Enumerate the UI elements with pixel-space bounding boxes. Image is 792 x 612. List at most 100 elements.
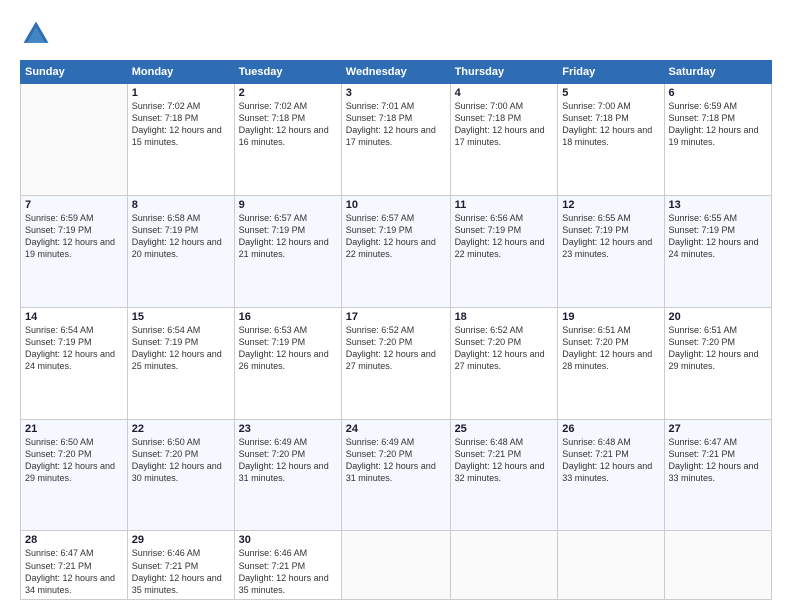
- calendar-cell: 25Sunrise: 6:48 AMSunset: 7:21 PMDayligh…: [450, 419, 558, 531]
- calendar-cell: 17Sunrise: 6:52 AMSunset: 7:20 PMDayligh…: [341, 307, 450, 419]
- day-number: 28: [25, 534, 123, 546]
- day-info: Sunrise: 6:55 AMSunset: 7:19 PMDaylight:…: [669, 212, 767, 261]
- day-info: Sunrise: 6:59 AMSunset: 7:18 PMDaylight:…: [669, 100, 767, 149]
- logo-icon: [20, 18, 52, 50]
- day-number: 17: [346, 311, 446, 323]
- calendar-cell: [558, 531, 664, 600]
- day-info: Sunrise: 6:46 AMSunset: 7:21 PMDaylight:…: [132, 547, 230, 596]
- calendar-cell: 27Sunrise: 6:47 AMSunset: 7:21 PMDayligh…: [664, 419, 771, 531]
- calendar-cell: 16Sunrise: 6:53 AMSunset: 7:19 PMDayligh…: [234, 307, 341, 419]
- day-info: Sunrise: 6:56 AMSunset: 7:19 PMDaylight:…: [455, 212, 554, 261]
- logo: [20, 18, 56, 50]
- day-number: 21: [25, 423, 123, 435]
- day-info: Sunrise: 6:57 AMSunset: 7:19 PMDaylight:…: [346, 212, 446, 261]
- calendar-cell: 9Sunrise: 6:57 AMSunset: 7:19 PMDaylight…: [234, 195, 341, 307]
- calendar-cell: 5Sunrise: 7:00 AMSunset: 7:18 PMDaylight…: [558, 84, 664, 196]
- day-number: 29: [132, 534, 230, 546]
- calendar-cell: [21, 84, 128, 196]
- day-info: Sunrise: 6:49 AMSunset: 7:20 PMDaylight:…: [239, 436, 337, 485]
- calendar-cell: 20Sunrise: 6:51 AMSunset: 7:20 PMDayligh…: [664, 307, 771, 419]
- calendar-week-1: 1Sunrise: 7:02 AMSunset: 7:18 PMDaylight…: [21, 84, 772, 196]
- calendar-header-thursday: Thursday: [450, 61, 558, 84]
- day-number: 13: [669, 199, 767, 211]
- calendar-header-row: SundayMondayTuesdayWednesdayThursdayFrid…: [21, 61, 772, 84]
- calendar-cell: 6Sunrise: 6:59 AMSunset: 7:18 PMDaylight…: [664, 84, 771, 196]
- day-number: 22: [132, 423, 230, 435]
- calendar-header-tuesday: Tuesday: [234, 61, 341, 84]
- day-number: 8: [132, 199, 230, 211]
- calendar-cell: 19Sunrise: 6:51 AMSunset: 7:20 PMDayligh…: [558, 307, 664, 419]
- calendar-cell: [450, 531, 558, 600]
- calendar-cell: 8Sunrise: 6:58 AMSunset: 7:19 PMDaylight…: [127, 195, 234, 307]
- header: [20, 18, 772, 50]
- day-number: 12: [562, 199, 659, 211]
- day-number: 25: [455, 423, 554, 435]
- day-number: 3: [346, 87, 446, 99]
- day-info: Sunrise: 6:48 AMSunset: 7:21 PMDaylight:…: [562, 436, 659, 485]
- calendar-cell: 18Sunrise: 6:52 AMSunset: 7:20 PMDayligh…: [450, 307, 558, 419]
- day-number: 30: [239, 534, 337, 546]
- day-info: Sunrise: 6:55 AMSunset: 7:19 PMDaylight:…: [562, 212, 659, 261]
- calendar-cell: 14Sunrise: 6:54 AMSunset: 7:19 PMDayligh…: [21, 307, 128, 419]
- day-info: Sunrise: 6:47 AMSunset: 7:21 PMDaylight:…: [25, 547, 123, 596]
- calendar-cell: 23Sunrise: 6:49 AMSunset: 7:20 PMDayligh…: [234, 419, 341, 531]
- calendar-week-5: 28Sunrise: 6:47 AMSunset: 7:21 PMDayligh…: [21, 531, 772, 600]
- calendar-cell: 29Sunrise: 6:46 AMSunset: 7:21 PMDayligh…: [127, 531, 234, 600]
- calendar-cell: 24Sunrise: 6:49 AMSunset: 7:20 PMDayligh…: [341, 419, 450, 531]
- page: SundayMondayTuesdayWednesdayThursdayFrid…: [0, 0, 792, 612]
- day-number: 5: [562, 87, 659, 99]
- day-info: Sunrise: 7:02 AMSunset: 7:18 PMDaylight:…: [132, 100, 230, 149]
- calendar-header-monday: Monday: [127, 61, 234, 84]
- day-info: Sunrise: 6:59 AMSunset: 7:19 PMDaylight:…: [25, 212, 123, 261]
- day-info: Sunrise: 7:02 AMSunset: 7:18 PMDaylight:…: [239, 100, 337, 149]
- day-info: Sunrise: 7:01 AMSunset: 7:18 PMDaylight:…: [346, 100, 446, 149]
- calendar-cell: 2Sunrise: 7:02 AMSunset: 7:18 PMDaylight…: [234, 84, 341, 196]
- calendar-cell: 22Sunrise: 6:50 AMSunset: 7:20 PMDayligh…: [127, 419, 234, 531]
- day-info: Sunrise: 6:54 AMSunset: 7:19 PMDaylight:…: [25, 324, 123, 373]
- calendar-cell: 28Sunrise: 6:47 AMSunset: 7:21 PMDayligh…: [21, 531, 128, 600]
- calendar-table: SundayMondayTuesdayWednesdayThursdayFrid…: [20, 60, 772, 600]
- day-info: Sunrise: 6:48 AMSunset: 7:21 PMDaylight:…: [455, 436, 554, 485]
- day-info: Sunrise: 6:51 AMSunset: 7:20 PMDaylight:…: [669, 324, 767, 373]
- calendar-cell: 13Sunrise: 6:55 AMSunset: 7:19 PMDayligh…: [664, 195, 771, 307]
- day-number: 26: [562, 423, 659, 435]
- day-number: 6: [669, 87, 767, 99]
- day-number: 19: [562, 311, 659, 323]
- calendar-header-sunday: Sunday: [21, 61, 128, 84]
- day-number: 18: [455, 311, 554, 323]
- day-number: 11: [455, 199, 554, 211]
- calendar-cell: 21Sunrise: 6:50 AMSunset: 7:20 PMDayligh…: [21, 419, 128, 531]
- calendar-cell: 30Sunrise: 6:46 AMSunset: 7:21 PMDayligh…: [234, 531, 341, 600]
- calendar-cell: 11Sunrise: 6:56 AMSunset: 7:19 PMDayligh…: [450, 195, 558, 307]
- day-info: Sunrise: 6:53 AMSunset: 7:19 PMDaylight:…: [239, 324, 337, 373]
- day-info: Sunrise: 6:46 AMSunset: 7:21 PMDaylight:…: [239, 547, 337, 596]
- calendar-cell: [664, 531, 771, 600]
- day-info: Sunrise: 6:50 AMSunset: 7:20 PMDaylight:…: [132, 436, 230, 485]
- calendar-cell: [341, 531, 450, 600]
- calendar-cell: 10Sunrise: 6:57 AMSunset: 7:19 PMDayligh…: [341, 195, 450, 307]
- day-number: 4: [455, 87, 554, 99]
- day-number: 27: [669, 423, 767, 435]
- day-info: Sunrise: 6:51 AMSunset: 7:20 PMDaylight:…: [562, 324, 659, 373]
- day-number: 20: [669, 311, 767, 323]
- calendar-cell: 7Sunrise: 6:59 AMSunset: 7:19 PMDaylight…: [21, 195, 128, 307]
- day-info: Sunrise: 6:52 AMSunset: 7:20 PMDaylight:…: [455, 324, 554, 373]
- day-number: 14: [25, 311, 123, 323]
- day-number: 16: [239, 311, 337, 323]
- calendar-header-friday: Friday: [558, 61, 664, 84]
- calendar-cell: 12Sunrise: 6:55 AMSunset: 7:19 PMDayligh…: [558, 195, 664, 307]
- day-info: Sunrise: 6:50 AMSunset: 7:20 PMDaylight:…: [25, 436, 123, 485]
- day-number: 24: [346, 423, 446, 435]
- calendar-cell: 4Sunrise: 7:00 AMSunset: 7:18 PMDaylight…: [450, 84, 558, 196]
- day-number: 15: [132, 311, 230, 323]
- calendar-header-wednesday: Wednesday: [341, 61, 450, 84]
- calendar-week-3: 14Sunrise: 6:54 AMSunset: 7:19 PMDayligh…: [21, 307, 772, 419]
- calendar-cell: 26Sunrise: 6:48 AMSunset: 7:21 PMDayligh…: [558, 419, 664, 531]
- calendar-cell: 15Sunrise: 6:54 AMSunset: 7:19 PMDayligh…: [127, 307, 234, 419]
- day-number: 23: [239, 423, 337, 435]
- calendar-week-2: 7Sunrise: 6:59 AMSunset: 7:19 PMDaylight…: [21, 195, 772, 307]
- day-info: Sunrise: 6:54 AMSunset: 7:19 PMDaylight:…: [132, 324, 230, 373]
- calendar-cell: 3Sunrise: 7:01 AMSunset: 7:18 PMDaylight…: [341, 84, 450, 196]
- day-info: Sunrise: 6:58 AMSunset: 7:19 PMDaylight:…: [132, 212, 230, 261]
- day-info: Sunrise: 6:49 AMSunset: 7:20 PMDaylight:…: [346, 436, 446, 485]
